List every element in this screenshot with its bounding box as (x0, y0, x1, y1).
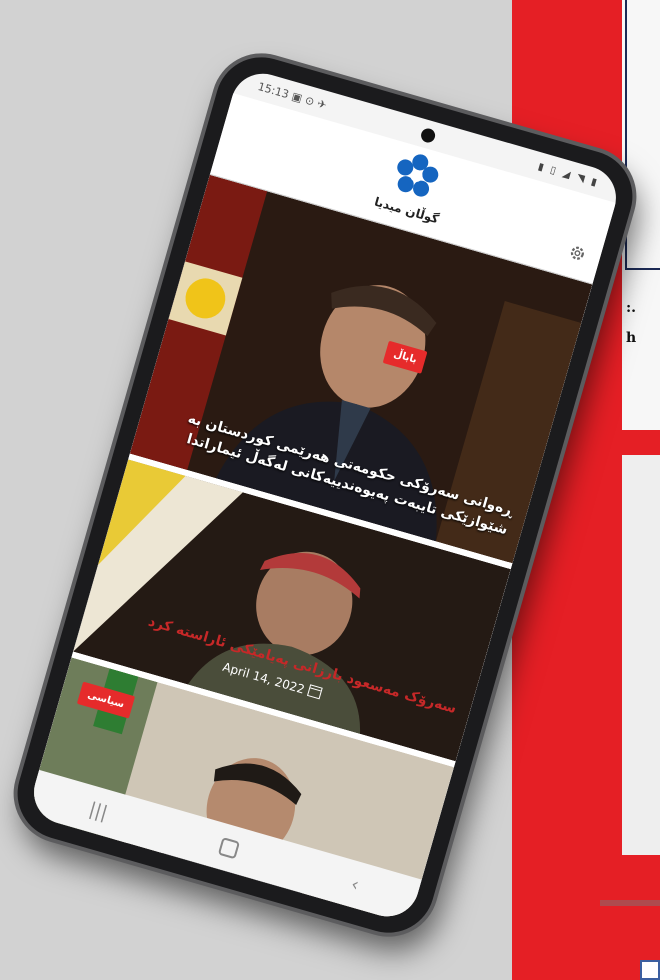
back-button[interactable]: ‹ (349, 873, 362, 895)
status-time: 15:13 (256, 79, 291, 101)
document-text-fragment: h (626, 330, 637, 346)
document-page-lower (622, 455, 660, 855)
corner-box (640, 960, 660, 980)
home-button[interactable] (218, 837, 241, 860)
recent-apps-button[interactable]: ||| (87, 798, 110, 823)
document-text-fragment: :. (626, 300, 637, 316)
flower-logo-icon (397, 154, 439, 197)
status-icons: ▣ ⊙ ✈ (290, 89, 329, 112)
document-frame (625, 0, 660, 270)
background-red-stripe (570, 858, 660, 898)
calendar-icon (250, 882, 266, 898)
shadow-strip (600, 900, 660, 906)
app-logo[interactable]: گوڵان میدیا (373, 145, 455, 226)
gear-icon[interactable] (566, 242, 588, 264)
calendar-icon (306, 684, 323, 700)
